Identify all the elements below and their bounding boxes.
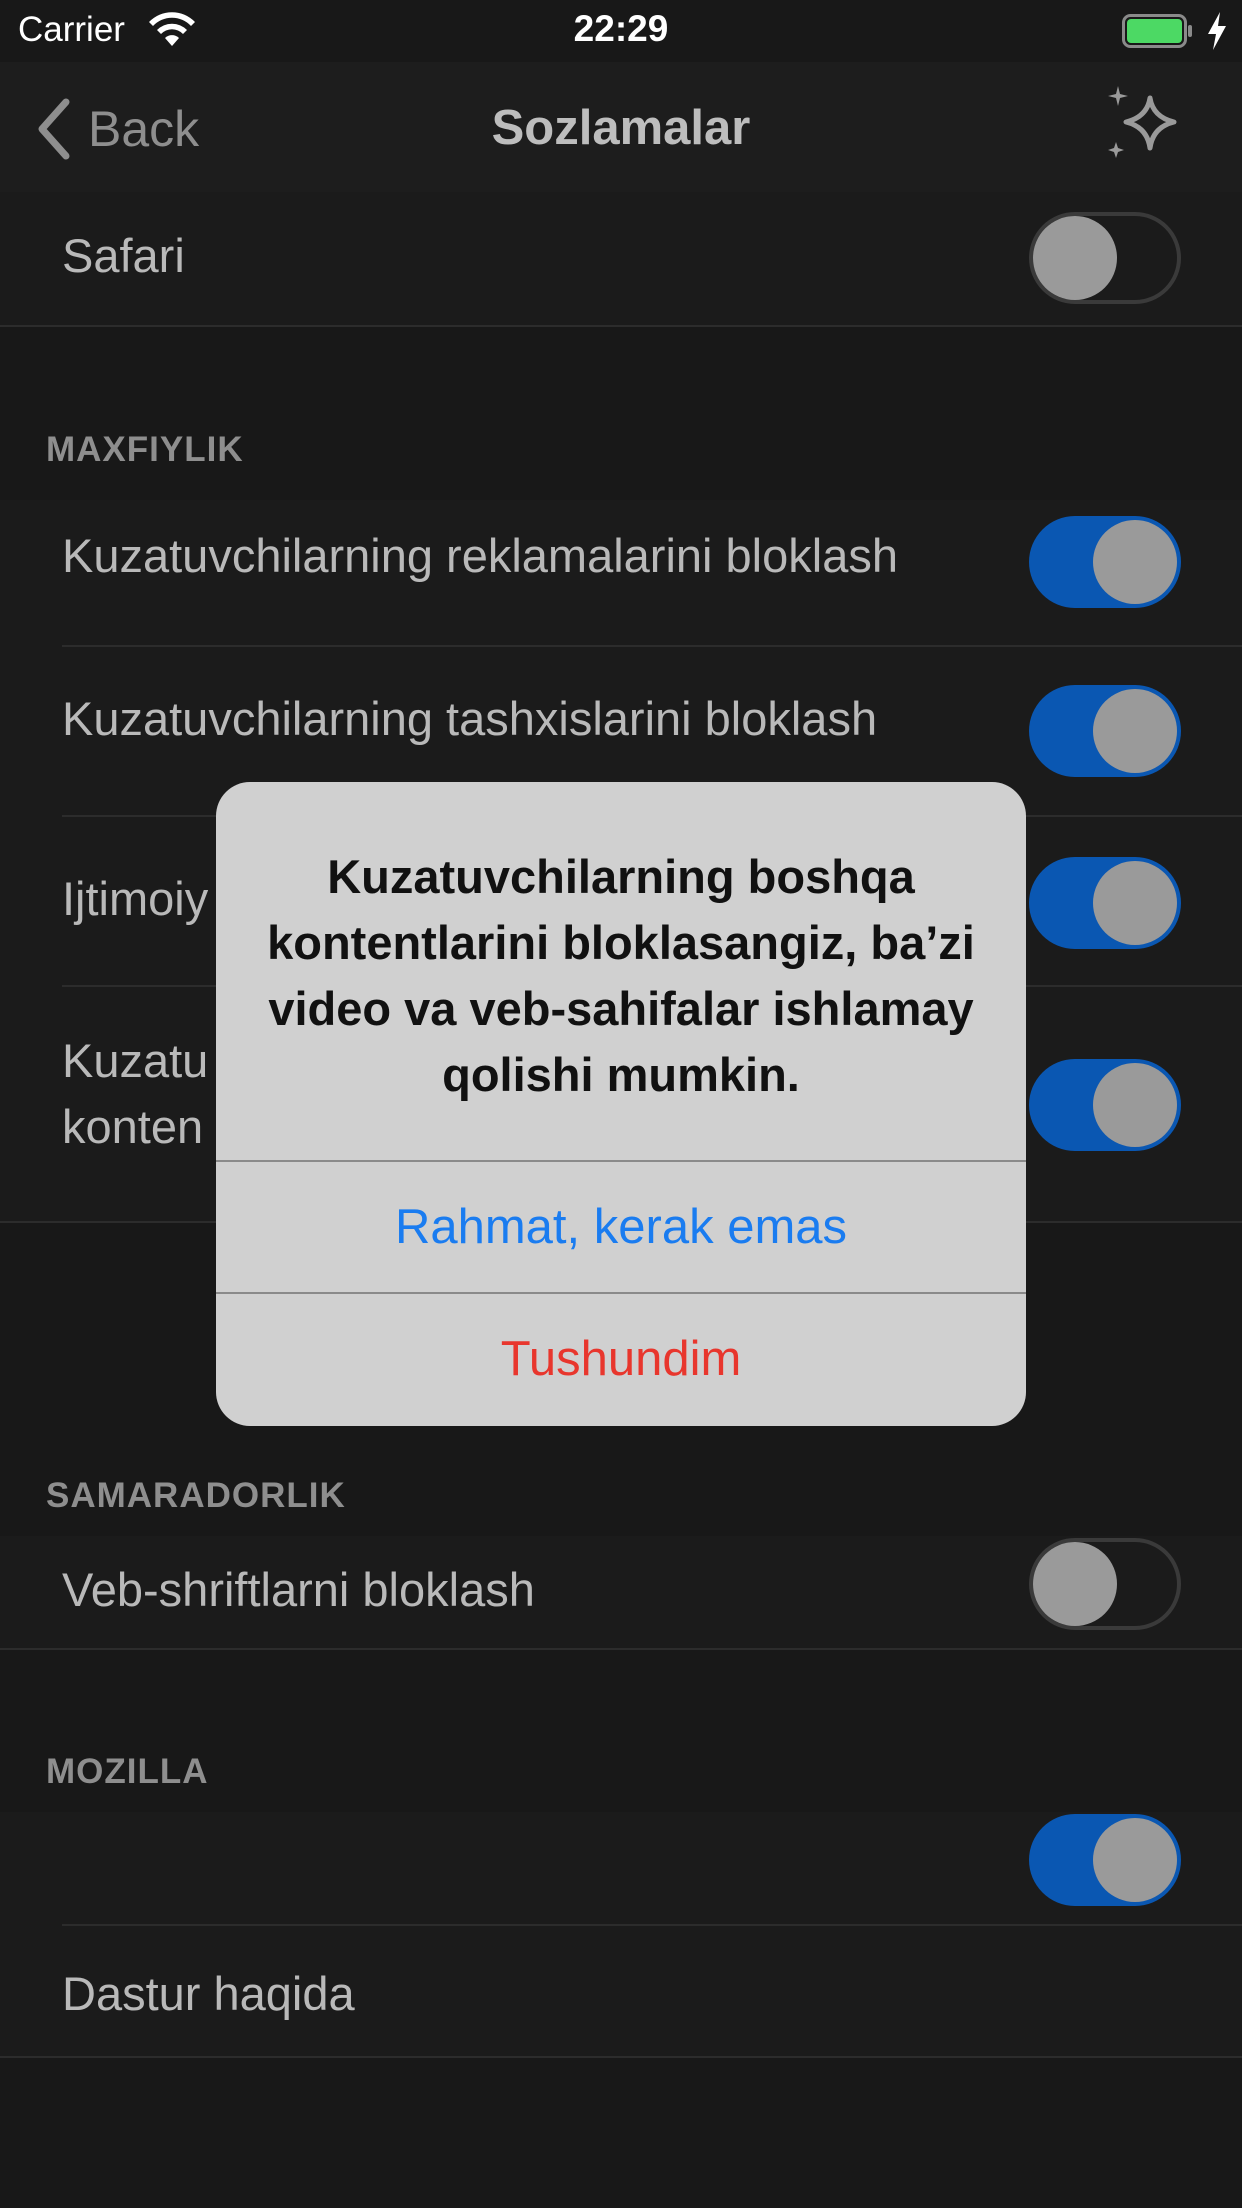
block-social-label: Ijtimoiy bbox=[62, 872, 209, 925]
block-ads-toggle[interactable] bbox=[1029, 516, 1181, 608]
page-title: Sozlamalar bbox=[491, 101, 751, 155]
status-bar: Carrier 22:29 bbox=[0, 0, 1242, 62]
block-fonts-label: Veb-shriftlarni bloklash bbox=[62, 1563, 535, 1616]
divider bbox=[0, 325, 1242, 327]
toggle-knob bbox=[1093, 861, 1177, 945]
navigation-bar: Back Sozlamalar bbox=[0, 62, 1242, 192]
about-row[interactable]: Dastur haqida bbox=[0, 1926, 1242, 2056]
mozilla-toggle[interactable] bbox=[1029, 1814, 1181, 1906]
block-analytics-toggle[interactable] bbox=[1029, 685, 1181, 777]
status-time: 22:29 bbox=[573, 8, 669, 49]
mozilla-toggle-row bbox=[0, 1812, 1242, 1924]
alert-message: Kuzatuvchilarning boshqa kontentlarini b… bbox=[267, 850, 975, 1101]
performance-section-header: SAMARADORLIK bbox=[46, 1476, 346, 1515]
sparkle-icon[interactable] bbox=[1104, 84, 1184, 164]
section-gap bbox=[0, 1650, 1242, 1820]
block-other-label-line1: Kuzatu bbox=[62, 1034, 209, 1087]
toggle-knob bbox=[1093, 1063, 1177, 1147]
block-ads-label: Kuzatuvchilarning reklamalarini bloklash bbox=[62, 529, 898, 582]
alert-confirm-button[interactable]: Tushundim bbox=[216, 1294, 1026, 1424]
block-fonts-toggle[interactable] bbox=[1029, 1538, 1181, 1630]
settings-screen: Carrier 22:29 Back Sozlamalar Safari MAX… bbox=[0, 0, 1242, 2208]
block-ads-row: Kuzatuvchilarning reklamalarini bloklash bbox=[0, 500, 1242, 646]
block-analytics-label: Kuzatuvchilarning tashxislarini bloklash bbox=[62, 692, 878, 745]
block-fonts-row: Veb-shriftlarni bloklash bbox=[0, 1536, 1242, 1648]
battery-icon bbox=[1122, 14, 1192, 48]
mozilla-section-header: MOZILLA bbox=[46, 1752, 209, 1791]
safari-label: Safari bbox=[62, 229, 185, 282]
bottom-space bbox=[0, 2058, 1242, 2208]
toggle-knob bbox=[1093, 689, 1177, 773]
block-other-label-line2: konten bbox=[62, 1100, 204, 1153]
charging-bolt-icon bbox=[1208, 12, 1226, 50]
toggle-knob bbox=[1033, 216, 1117, 300]
toggle-knob bbox=[1093, 520, 1177, 604]
alert-dialog: Kuzatuvchilarning boshqa kontentlarini b… bbox=[216, 782, 1026, 1426]
about-label: Dastur haqida bbox=[62, 1967, 355, 2020]
toggle-knob bbox=[1093, 1818, 1177, 1902]
block-other-toggle[interactable] bbox=[1029, 1059, 1181, 1151]
toggle-knob bbox=[1033, 1542, 1117, 1626]
alert-cancel-button[interactable]: Rahmat, kerak emas bbox=[216, 1162, 1026, 1292]
safari-row: Safari bbox=[0, 192, 1242, 326]
block-social-toggle[interactable] bbox=[1029, 857, 1181, 949]
safari-toggle[interactable] bbox=[1029, 212, 1181, 304]
privacy-section-header: MAXFIYLIK bbox=[46, 430, 244, 469]
